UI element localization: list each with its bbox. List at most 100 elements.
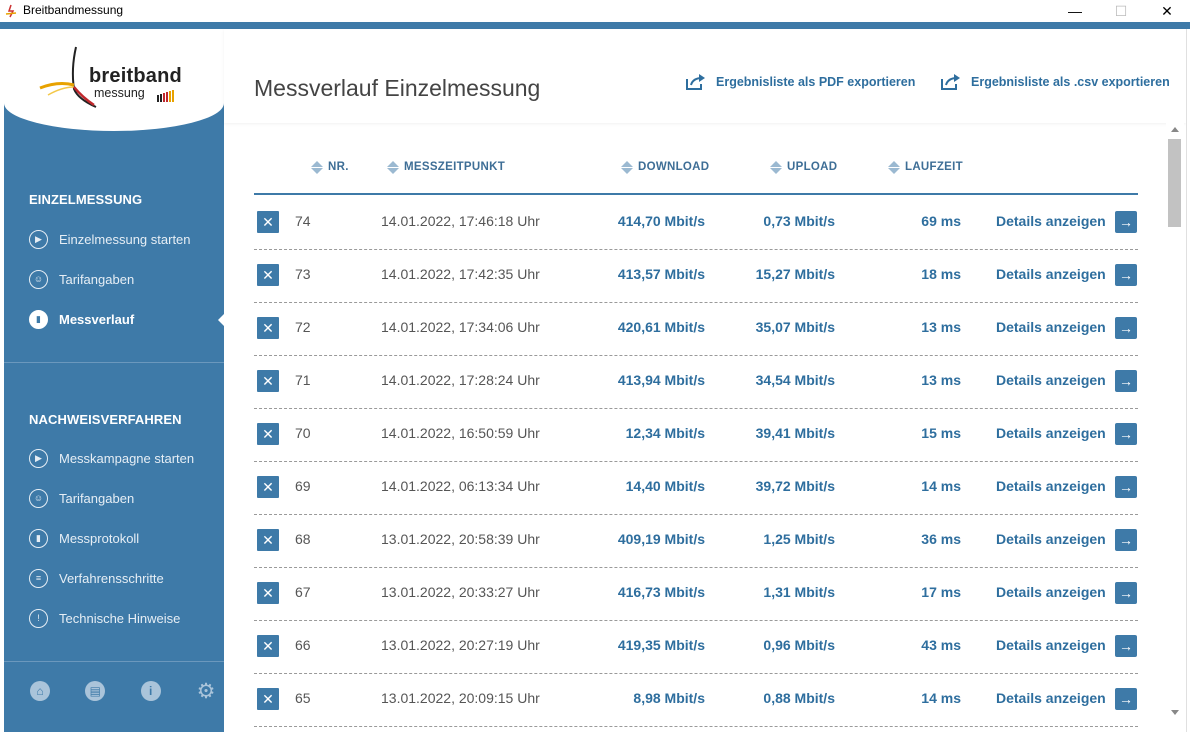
delete-button[interactable]: ✕ (257, 688, 279, 710)
cell-upload: 39,41 Mbit/s (755, 425, 835, 441)
table-row: ✕ 71 14.01.2022, 17:28:24 Uhr 413,94 Mbit/s… (254, 356, 1138, 409)
sidebar-item-technische-hinweise[interactable]: ! Technische Hinweise (29, 607, 219, 629)
section-einzelmessung: EINZELMESSUNG (29, 192, 143, 207)
sidebar-item-einzelmessung-starten[interactable]: ▶ Einzelmessung starten (29, 228, 219, 250)
play-circle-icon: ▶ (29, 448, 48, 468)
close-icon: ✕ (262, 372, 274, 389)
section-nachweisverfahren: NACHWEISVERFAHREN (29, 412, 182, 427)
sidebar-item-tarifangaben-2[interactable]: ☺ Tarifangaben (29, 487, 219, 509)
active-indicator (218, 313, 224, 327)
delete-button[interactable]: ✕ (257, 582, 279, 604)
minimize-button[interactable]: — (1052, 0, 1098, 22)
delete-button[interactable]: ✕ (257, 264, 279, 286)
details-arrow-button[interactable]: → (1115, 423, 1137, 445)
details-link[interactable]: Details anzeigen (996, 531, 1106, 547)
column-header-download[interactable]: DOWNLOAD (621, 159, 709, 175)
cell-latency: 13 ms (921, 372, 961, 388)
details-arrow-button[interactable]: → (1115, 476, 1137, 498)
arrow-right-icon: → (1119, 214, 1133, 230)
close-icon: ✕ (262, 213, 274, 230)
details-link[interactable]: Details anzeigen (996, 690, 1106, 706)
details-link[interactable]: Details anzeigen (996, 372, 1106, 388)
close-icon: ✕ (262, 584, 274, 601)
details-arrow-button[interactable]: → (1115, 635, 1137, 657)
table-row: ✕ 72 14.01.2022, 17:34:06 Uhr 420,61 Mbit/s… (254, 303, 1138, 356)
scroll-down-icon[interactable] (1171, 710, 1179, 715)
home-icon[interactable]: ⌂ (30, 681, 50, 701)
sort-icon (387, 160, 399, 174)
details-arrow-button[interactable]: → (1115, 582, 1137, 604)
vertical-scrollbar[interactable] (1166, 123, 1184, 721)
sidebar-item-label: Messverlauf (59, 311, 135, 327)
maximize-button[interactable]: ☐ (1098, 0, 1144, 22)
close-icon: ✕ (262, 637, 274, 654)
delete-button[interactable]: ✕ (257, 370, 279, 392)
details-arrow-button[interactable]: → (1115, 317, 1137, 339)
sidebar-item-messprotokoll[interactable]: ▮ Messprotokoll (29, 527, 219, 549)
cell-time: 13.01.2022, 20:33:27 Uhr (381, 584, 540, 600)
sort-icon (888, 160, 900, 174)
main-header: Messverlauf Einzelmessung Ergebnisliste … (224, 29, 1186, 123)
logo-area: breitband messung (4, 29, 224, 131)
details-arrow-button[interactable]: → (1115, 370, 1137, 392)
info-icon[interactable]: i (140, 681, 161, 701)
details-link[interactable]: Details anzeigen (996, 584, 1106, 600)
details-link[interactable]: Details anzeigen (996, 425, 1106, 441)
sidebar-item-label: Technische Hinweise (59, 610, 181, 626)
details-link[interactable]: Details anzeigen (996, 637, 1106, 653)
sidebar-item-messkampagne-starten[interactable]: ▶ Messkampagne starten (29, 447, 219, 469)
export-csv-link[interactable]: Ergebnisliste als .csv exportieren (940, 73, 1170, 91)
column-header-upload[interactable]: UPLOAD (770, 159, 837, 175)
scrollbar-thumb[interactable] (1168, 139, 1181, 227)
sidebar-footer: ⌂ ▤ i ⚙ (28, 680, 218, 703)
page-title: Messverlauf Einzelmessung (254, 75, 541, 101)
sort-icon (621, 160, 633, 174)
sidebar-item-verfahrensschritte[interactable]: ≡ Verfahrensschritte (29, 567, 219, 589)
cell-download: 8,98 Mbit/s (633, 690, 705, 706)
cell-download: 416,73 Mbit/s (617, 584, 705, 600)
close-icon: ✕ (262, 531, 274, 548)
close-icon: ✕ (262, 319, 274, 336)
cell-upload: 1,31 Mbit/s (763, 584, 835, 600)
gear-icon[interactable]: ⚙ (196, 680, 216, 703)
column-header-nr[interactable]: NR. (311, 159, 349, 175)
details-link[interactable]: Details anzeigen (996, 478, 1106, 494)
details-arrow-button[interactable]: → (1115, 529, 1137, 551)
delete-button[interactable]: ✕ (257, 529, 279, 551)
delete-button[interactable]: ✕ (257, 423, 279, 445)
cell-time: 13.01.2022, 20:27:19 Uhr (381, 637, 540, 653)
cell-nr: 66 (295, 637, 311, 653)
close-icon: ✕ (262, 266, 274, 283)
delete-button[interactable]: ✕ (257, 476, 279, 498)
scroll-up-icon[interactable] (1171, 127, 1179, 132)
cell-latency: 14 ms (921, 478, 961, 494)
details-arrow-button[interactable]: → (1115, 264, 1137, 286)
delete-button[interactable]: ✕ (257, 211, 279, 233)
details-link[interactable]: Details anzeigen (996, 266, 1106, 282)
close-icon: ✕ (262, 690, 274, 707)
delete-button[interactable]: ✕ (257, 635, 279, 657)
cell-time: 14.01.2022, 17:46:18 Uhr (381, 213, 540, 229)
table-row: ✕ 66 13.01.2022, 20:27:19 Uhr 419,35 Mbit/s… (254, 621, 1138, 674)
sidebar-item-messverlauf[interactable]: ▮ Messverlauf (29, 308, 219, 330)
cell-latency: 18 ms (921, 266, 961, 282)
cell-time: 14.01.2022, 17:34:06 Uhr (381, 319, 540, 335)
arrow-right-icon: → (1119, 320, 1133, 336)
details-arrow-button[interactable]: → (1115, 688, 1137, 710)
details-arrow-button[interactable]: → (1115, 211, 1137, 233)
export-pdf-link[interactable]: Ergebnisliste als PDF exportieren (685, 73, 915, 91)
cell-upload: 34,54 Mbit/s (755, 372, 835, 388)
cell-nr: 65 (295, 690, 311, 706)
chat-icon[interactable]: ▤ (85, 681, 106, 701)
delete-button[interactable]: ✕ (257, 317, 279, 339)
details-link[interactable]: Details anzeigen (996, 319, 1106, 335)
cell-nr: 74 (295, 213, 311, 229)
column-header-time[interactable]: MESSZEITPUNKT (387, 159, 505, 175)
cell-nr: 73 (295, 266, 311, 282)
close-button[interactable]: ✕ (1144, 0, 1190, 22)
column-header-latency[interactable]: LAUFZEIT (888, 159, 963, 175)
details-link[interactable]: Details anzeigen (996, 213, 1106, 229)
cell-nr: 67 (295, 584, 311, 600)
sidebar-item-tarifangaben[interactable]: ☺ Tarifangaben (29, 268, 219, 290)
cell-download: 414,70 Mbit/s (617, 213, 705, 229)
